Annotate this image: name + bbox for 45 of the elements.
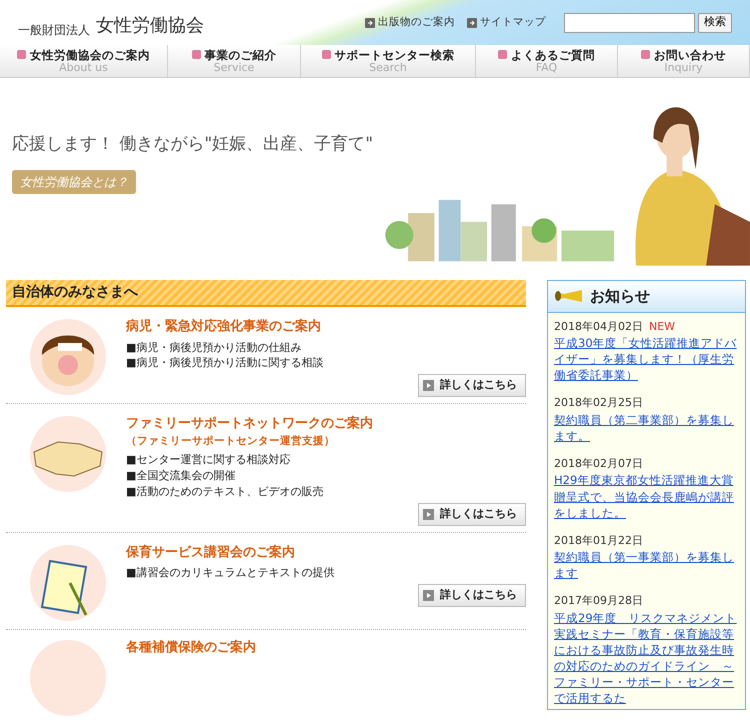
- nav-item[interactable]: 事業のご紹介 Service: [168, 45, 301, 77]
- news-title: お知らせ: [590, 286, 650, 307]
- new-label: NEW: [649, 318, 676, 334]
- nav-item[interactable]: 女性労働協会のご案内 About us: [0, 45, 168, 77]
- arrow-icon: [365, 18, 375, 28]
- nav-item[interactable]: サポートセンター検索 Search: [301, 45, 476, 77]
- details-button[interactable]: 詳しくはこちら: [418, 374, 526, 397]
- organization-name: 女性労働協会: [96, 14, 204, 38]
- bullet-text: ■センター運営に関する相談対応: [126, 452, 292, 468]
- arrow-icon: [467, 18, 477, 28]
- news-link[interactable]: 契約職員（第二事業部）を募集します。: [554, 412, 739, 444]
- megaphone-icon: [554, 288, 584, 304]
- hero-headline: 応援します！ 働きながら"妊娠、出産、子育て": [12, 133, 374, 156]
- item-title: 各種補償保険のご案内: [126, 638, 257, 657]
- search-button[interactable]: 検索: [698, 12, 732, 32]
- news-link[interactable]: 契約職員（第一事業部）を募集します: [554, 549, 739, 582]
- news-date: 2017年09月28日: [554, 593, 643, 610]
- bullet-text: ■活動のためのテキスト、ビデオの販売: [126, 484, 324, 500]
- news-date: 2018年04月02日: [554, 318, 643, 334]
- news-link[interactable]: H29年度東京都女性活躍推進大賞贈呈式で、当協会会長鹿嶋が講評をしました。: [554, 472, 739, 521]
- bullet-text: ■病児・病後児預かり活動の仕組み: [126, 340, 302, 356]
- search-field[interactable]: [564, 12, 695, 32]
- nav-item[interactable]: よくあるご質問 FAQ: [476, 45, 618, 77]
- details-button[interactable]: 詳しくはこちら: [418, 584, 526, 606]
- header-link[interactable]: サイトマップ: [480, 14, 546, 30]
- item-title: 病児・緊急対応強化事業のご案内: [126, 318, 322, 336]
- bullet-text: ■全国交流集会の開催: [126, 468, 236, 484]
- news-link[interactable]: 平成30年度「女性活躍推進アドバイザー」を募集します！（厚生労働省委託事業）: [554, 335, 739, 384]
- news-date: 2018年01月22日: [554, 532, 643, 549]
- news-date: 2018年02月25日: [554, 395, 643, 412]
- news-date: 2018年02月07日: [554, 456, 643, 472]
- news-link[interactable]: 平成29年度 リスクマネジメント実践セミナー「教育・保育施設等における事故防止及び事故発生時の対応のためのガイドライン ～ファミリー・サポート・センターで活用するた: [554, 610, 739, 706]
- item-subtitle: （ファミリーサポートセンター運営支援）: [126, 434, 336, 448]
- section-title: 自治体のみなさまへ: [6, 280, 526, 307]
- bullet-text: ■病児・病後児預かり活動に関する相談: [126, 355, 324, 372]
- play-icon: [423, 380, 434, 392]
- details-button[interactable]: 詳しくはこちら: [418, 503, 526, 526]
- item-title: ファミリーサポートネットワークのご案内: [126, 414, 374, 433]
- bullet-text: ■講習会のカリキュラムとテキストの提供: [126, 565, 336, 581]
- item-title: 保育サービス講習会のご案内: [126, 544, 296, 562]
- organization-prefix: 一般財団法人: [18, 22, 90, 39]
- play-icon: [423, 508, 434, 520]
- play-icon: [423, 590, 434, 601]
- nav-item[interactable]: お問い合わせ Inquiry: [618, 45, 750, 77]
- header-link[interactable]: 出版物のご案内: [378, 14, 455, 30]
